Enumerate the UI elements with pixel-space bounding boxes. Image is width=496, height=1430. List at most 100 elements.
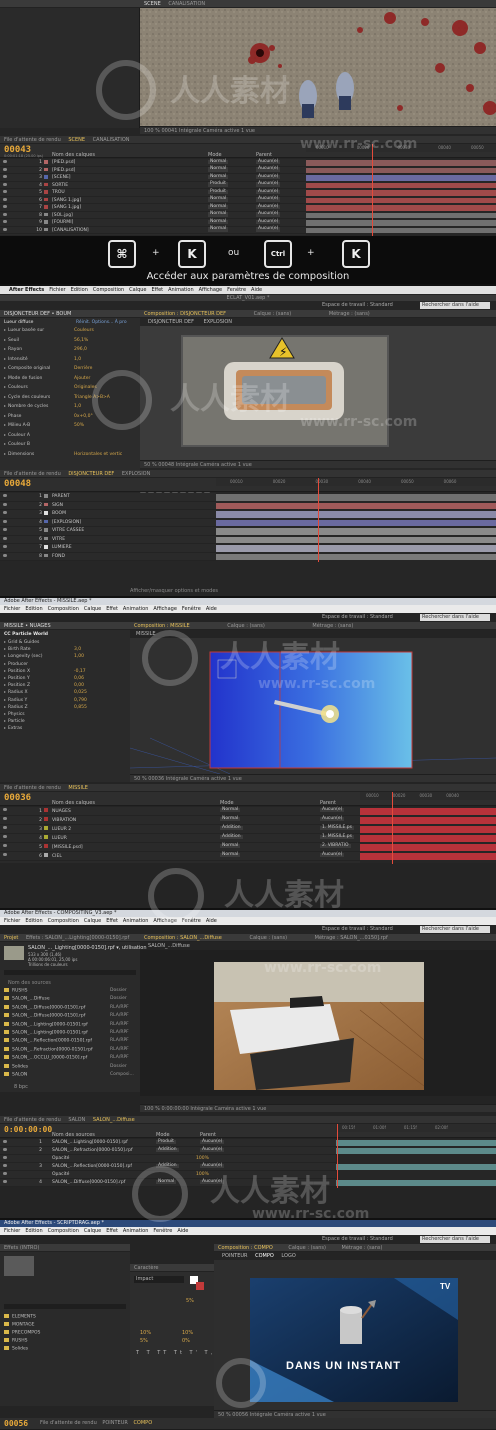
- tab-explosion-timeline[interactable]: EXPLOSION: [122, 470, 150, 478]
- menu-aide[interactable]: Aide: [251, 286, 262, 294]
- menu-fichier[interactable]: Fichier: [4, 1227, 20, 1235]
- layer-mode-select[interactable]: Normal: [220, 816, 241, 821]
- item-name[interactable]: SALON: [12, 1073, 27, 1078]
- layer-duration-bar[interactable]: [336, 1148, 496, 1154]
- current-timecode[interactable]: 0:00:00:00: [4, 1125, 52, 1134]
- visibility-eye-icon[interactable]: [3, 212, 7, 216]
- table-row[interactable]: 5 [MISSILE.psd] Normal 2. VIBRATIO: [0, 843, 360, 852]
- layer-name[interactable]: SALON_...Reflection[0000-0150].rpf: [52, 1163, 132, 1171]
- layer-duration-bar[interactable]: [306, 212, 496, 218]
- property-value[interactable]: 0,00: [74, 683, 84, 689]
- menu-effet[interactable]: Effet: [106, 917, 118, 925]
- effect-property[interactable]: Mode de fusion Ajouter: [4, 376, 90, 382]
- menu-calque[interactable]: Calque: [84, 917, 101, 925]
- layer-name[interactable]: SORTIE: [52, 182, 68, 190]
- effect-property[interactable]: Radius Z 0,855: [4, 705, 87, 711]
- effect-property[interactable]: Couleur A: [4, 433, 30, 439]
- table-row[interactable]: 3 LUEUR 2 Addition 1. MISSILE.ps: [0, 825, 360, 834]
- workspace-label[interactable]: Espace de travail : Standard: [322, 614, 393, 621]
- layer-mode-select[interactable]: Normal: [220, 843, 241, 848]
- layer-parent-select[interactable]: Aucun(e): [200, 1163, 225, 1168]
- menu-animation[interactable]: Animation: [123, 917, 149, 925]
- list-item[interactable]: PRECOMPOS: [4, 1330, 40, 1337]
- layer-parent-select[interactable]: Aucun(e): [256, 159, 281, 164]
- layer-mode-select[interactable]: Normal: [220, 852, 241, 857]
- visibility-eye-icon[interactable]: [3, 182, 7, 186]
- twirl-arrow-icon[interactable]: [4, 669, 6, 672]
- property-value[interactable]: 0,855: [74, 705, 87, 711]
- tab-salon-diffuse-timeline[interactable]: SALON_...Diffuse: [93, 1116, 135, 1124]
- font-value-3[interactable]: 10%: [182, 1330, 193, 1337]
- visibility-eye-icon[interactable]: [3, 160, 7, 163]
- tab-salon-timeline[interactable]: SALON: [68, 1116, 85, 1124]
- layer-name[interactable]: [FOURMI]: [52, 219, 73, 227]
- subtab-logo[interactable]: LOGO: [281, 1253, 295, 1259]
- tab-scene[interactable]: SCENE: [144, 0, 161, 8]
- effect-property[interactable]: Position Z 0,00: [4, 683, 84, 689]
- effects-tab[interactable]: Effets (INTRO): [0, 1244, 130, 1252]
- viewer-toolbar[interactable]: 50 % 00048 Intégrale Caméra active 1 vue: [140, 460, 496, 468]
- effect-property[interactable]: Grid & Guides: [4, 640, 39, 646]
- effect-property[interactable]: Couleurs Originales: [4, 385, 97, 391]
- menu-calque[interactable]: Calque: [84, 605, 101, 613]
- property-value[interactable]: Originales: [74, 385, 97, 391]
- effect-name[interactable]: Lueur diffuse Réinit. Options... À pro: [4, 320, 127, 326]
- layer-duration-bar[interactable]: [336, 1164, 496, 1170]
- workspace-label[interactable]: Espace de travail : Standard: [322, 926, 393, 933]
- table-row[interactable]: 4 SORTIE Produit Aucun(e): [0, 181, 306, 190]
- table-row[interactable]: 2 SALON_...Refraction[0000-0150].rpf Addit…: [0, 1147, 336, 1155]
- tab-footage[interactable]: Métrage : (sans): [312, 622, 353, 630]
- item-name[interactable]: SALON_...Diffuse[0000-0150].rpf: [12, 1014, 85, 1019]
- layer-parent-select[interactable]: Aucun(e): [256, 189, 281, 194]
- list-item[interactable]: ELEMENTS: [4, 1314, 36, 1321]
- twirl-arrow-icon[interactable]: [4, 424, 6, 426]
- tab-layer[interactable]: Calque : (sans): [249, 934, 287, 942]
- layer-duration-bar[interactable]: [360, 808, 496, 815]
- list-item[interactable]: RUSHS: [4, 1338, 28, 1345]
- item-name[interactable]: RUSHS: [12, 989, 28, 994]
- layer-name[interactable]: VIBRATION: [52, 816, 76, 825]
- subtab-explosion[interactable]: EXPLOSION: [204, 319, 232, 325]
- effect-property[interactable]: Cycle des couleurs Triangle A>B>A: [4, 395, 110, 401]
- current-time-indicator[interactable]: [318, 478, 319, 562]
- effect-property[interactable]: Radius X 0,025: [4, 690, 87, 696]
- bit-depth[interactable]: 8 bpc: [14, 1084, 28, 1091]
- item-name[interactable]: Solides: [12, 1064, 28, 1069]
- menu-animation[interactable]: Animation: [123, 605, 149, 613]
- subtab-pointeur[interactable]: POINTEUR: [222, 1253, 248, 1259]
- help-search[interactable]: Rechercher dans l'aide: [420, 302, 490, 309]
- layer-parent-select[interactable]: Aucun(e): [320, 807, 345, 812]
- tab-render-queue[interactable]: File d'attente de rendu: [4, 136, 61, 144]
- property-value[interactable]: Horizontales et vertic: [74, 452, 122, 458]
- layer-name[interactable]: NUAGES: [52, 807, 71, 816]
- property-value[interactable]: 0x+0,0°: [74, 414, 93, 420]
- layer-duration-bar[interactable]: [306, 197, 496, 203]
- current-time-indicator[interactable]: [392, 792, 393, 864]
- layer-name[interactable]: SALON_...Refraction[0000-0150].rpf: [52, 1147, 133, 1155]
- visibility-eye-icon[interactable]: [3, 227, 7, 231]
- layer-name[interactable]: SIGN: [52, 502, 63, 511]
- text-style-buttons[interactable]: T T TT Tt T' T,: [136, 1350, 215, 1357]
- visibility-eye-icon[interactable]: [3, 519, 7, 523]
- layer-duration-bar[interactable]: [306, 220, 496, 226]
- menu-edition[interactable]: Edition: [25, 917, 42, 925]
- twirl-arrow-icon[interactable]: [4, 713, 6, 715]
- tab-render-queue[interactable]: File d'attente de rendu: [4, 470, 61, 478]
- tab-canalisation[interactable]: CANALISATION: [168, 0, 205, 8]
- viewer-subtab[interactable]: MISSILE: [136, 631, 156, 638]
- item-name[interactable]: SALON_...Lighting[0000-0150].rpf: [12, 1022, 88, 1027]
- property-value[interactable]: 56,1%: [74, 338, 88, 344]
- layer-name[interactable]: SALON_...Diffuse[0000-0150].rpf: [52, 1179, 125, 1187]
- effect-property[interactable]: Seuil 56,1%: [4, 338, 88, 344]
- visibility-eye-icon[interactable]: [3, 808, 7, 811]
- tab-comp[interactable]: Composition : SALON_...Diffuse: [144, 934, 222, 942]
- layer-bars[interactable]: [216, 493, 496, 561]
- twirl-arrow-icon[interactable]: [4, 338, 6, 341]
- layer-bars[interactable]: [306, 159, 496, 235]
- layer-mode-select[interactable]: Normal: [208, 159, 229, 164]
- list-item[interactable]: Solides: [4, 1346, 28, 1353]
- layer-name[interactable]: VITRE: [52, 536, 65, 545]
- tab-compo-timeline[interactable]: COMPO: [133, 1420, 152, 1426]
- tab-layer[interactable]: Calque : (sans): [288, 1244, 326, 1252]
- layer-parent-select[interactable]: 1. MISSILE.ps: [320, 834, 354, 839]
